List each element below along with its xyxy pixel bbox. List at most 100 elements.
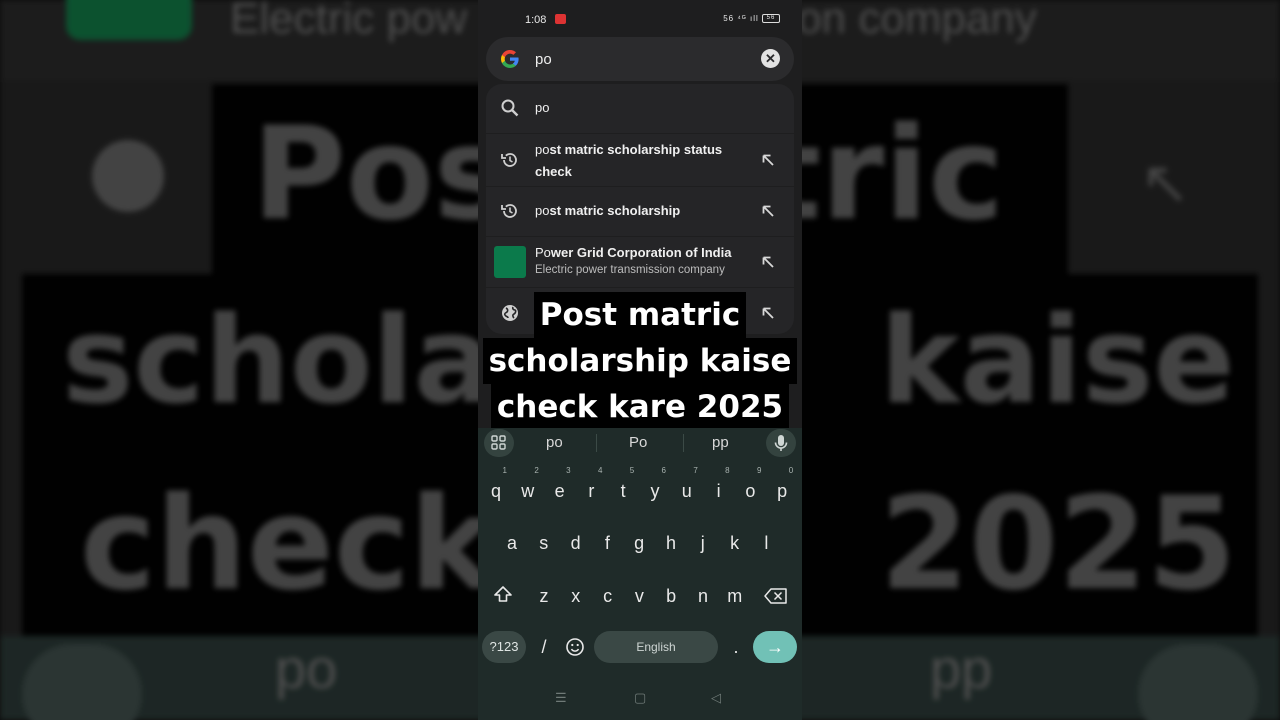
symbols-key[interactable]: ?123 — [482, 631, 526, 663]
suggestion-text: post matric scholarship status check — [535, 139, 745, 183]
key-u[interactable]: u7 — [673, 466, 701, 511]
key-d[interactable]: d — [562, 523, 590, 563]
background-text-2a: schola — [62, 292, 495, 431]
key-number-hint: 8 — [725, 466, 730, 475]
menu-nav-icon[interactable]: ☰ — [555, 690, 567, 706]
history-icon — [501, 153, 517, 167]
background-bottom-pp: pp — [930, 637, 993, 700]
key-f[interactable]: f — [593, 523, 621, 563]
suggestion-item[interactable]: post matric scholarship status check — [486, 134, 794, 186]
key-number-hint: 1 — [502, 466, 507, 475]
emoji-key[interactable] — [561, 627, 589, 667]
shift-key[interactable] — [489, 576, 517, 616]
key-v[interactable]: v — [625, 576, 653, 616]
key-w[interactable]: w2 — [514, 466, 542, 511]
key-s[interactable]: s — [530, 523, 558, 563]
navigation-bar: ☰ ▢ ◁ — [478, 686, 802, 716]
key-x[interactable]: x — [562, 576, 590, 616]
background-arrow-icon: ↖ — [1140, 149, 1191, 216]
key-o[interactable]: o9 — [736, 466, 764, 511]
key-p[interactable]: p0 — [768, 466, 796, 511]
key-label: t — [620, 481, 626, 501]
key-y[interactable]: y6 — [641, 466, 669, 511]
home-nav-icon[interactable]: ▢ — [634, 690, 646, 706]
arrow-up-left-icon[interactable] — [760, 152, 776, 168]
search-input[interactable]: po — [535, 51, 552, 68]
record-icon — [555, 14, 566, 24]
keyboard-suggestion-strip: po Po pp — [478, 428, 802, 458]
key-number-hint: 0 — [788, 466, 794, 475]
key-i[interactable]: i8 — [705, 466, 733, 511]
key-g[interactable]: g — [625, 523, 653, 563]
suggestion-item[interactable]: Power Grid Corporation of India Electric … — [486, 237, 794, 287]
keyboard-suggestion[interactable]: pp — [712, 434, 729, 451]
search-icon — [501, 99, 519, 117]
key-number-hint: 9 — [756, 466, 762, 475]
background-text-3b: 2025 — [880, 470, 1237, 619]
back-nav-icon[interactable]: ◁ — [711, 690, 721, 706]
phone-screen: 1:08 56 ⁴ᴳ ıll 56 po ✕ po post matric sc… — [478, 0, 802, 720]
suggestion-rest: wer Grid Corporation of India — [550, 245, 732, 260]
background-text-2b: kaise — [880, 292, 1235, 431]
backspace-key[interactable] — [761, 576, 791, 616]
key-t[interactable]: t5 — [609, 466, 637, 511]
key-label: q — [490, 481, 501, 501]
clear-icon[interactable]: ✕ — [761, 49, 780, 68]
suggestion-rest: st matric scholarship — [549, 203, 681, 218]
background-globe-icon — [92, 140, 164, 212]
apps-grid-icon[interactable] — [484, 429, 514, 457]
caption-line-1: Post matric — [533, 292, 747, 338]
space-key[interactable]: English — [594, 631, 718, 663]
key-j[interactable]: j — [689, 523, 717, 563]
key-number-hint: 4 — [597, 466, 603, 475]
key-h[interactable]: h — [657, 523, 685, 563]
divider — [683, 434, 684, 452]
key-number-hint: 2 — [534, 466, 539, 475]
key-label: u — [681, 481, 692, 501]
keyboard-suggestion[interactable]: po — [546, 434, 563, 451]
arrow-up-left-icon[interactable] — [760, 254, 776, 270]
suggestion-item[interactable]: post matric scholarship — [486, 187, 794, 235]
suggestion-prefix: po — [535, 142, 550, 157]
suggestion-prefix: Po — [535, 245, 551, 260]
key-label: i — [716, 481, 721, 501]
key-a[interactable]: a — [498, 523, 526, 563]
key-m[interactable]: m — [721, 576, 749, 616]
key-l[interactable]: l — [752, 523, 780, 563]
key-e[interactable]: e3 — [546, 466, 574, 511]
period-key[interactable]: . — [722, 627, 750, 667]
key-n[interactable]: n — [689, 576, 717, 616]
key-label: e — [554, 481, 565, 501]
key-k[interactable]: k — [721, 523, 749, 563]
key-c[interactable]: c — [594, 576, 622, 616]
arrow-up-left-icon[interactable] — [760, 203, 776, 219]
key-b[interactable]: b — [657, 576, 685, 616]
search-bar[interactable]: po ✕ — [486, 37, 794, 81]
suggestion-text: po — [535, 97, 745, 119]
battery-icon: 56 — [762, 14, 780, 24]
suggestion-text: Power Grid Corporation of India Electric … — [535, 244, 765, 278]
key-r[interactable]: r4 — [577, 466, 605, 511]
suggestion-item[interactable]: po — [486, 84, 794, 132]
keyboard-suggestion[interactable]: Po — [629, 434, 647, 451]
keyboard: po Po pp q1w2e3r4t5y6u7i8o9p0 asdfghjkl … — [478, 428, 802, 720]
mic-icon[interactable] — [766, 429, 796, 457]
history-icon — [501, 204, 517, 218]
background-mic-icon — [1138, 644, 1258, 720]
slash-key[interactable]: / — [530, 627, 558, 667]
key-label: y — [650, 481, 660, 501]
enter-key[interactable]: → — [753, 631, 797, 663]
key-label: o — [745, 481, 756, 501]
caption-line-2: scholarship kaise — [482, 338, 798, 384]
status-time: 1:08 — [525, 14, 547, 26]
background-bottom-po: po — [275, 637, 338, 700]
key-number-hint: 3 — [566, 466, 571, 475]
key-label: p — [777, 481, 788, 501]
key-number-hint: 5 — [629, 466, 635, 475]
key-z[interactable]: z — [530, 576, 558, 616]
suggestion-prefix: po — [535, 203, 550, 218]
network-status: 56 ⁴ᴳ ıll — [723, 14, 759, 23]
key-q[interactable]: q1 — [482, 466, 510, 511]
status-bar: 1:08 56 ⁴ᴳ ıll 56 — [478, 0, 802, 38]
screen: Electric pow on company ↖ Pos tric schola… — [0, 0, 1280, 720]
